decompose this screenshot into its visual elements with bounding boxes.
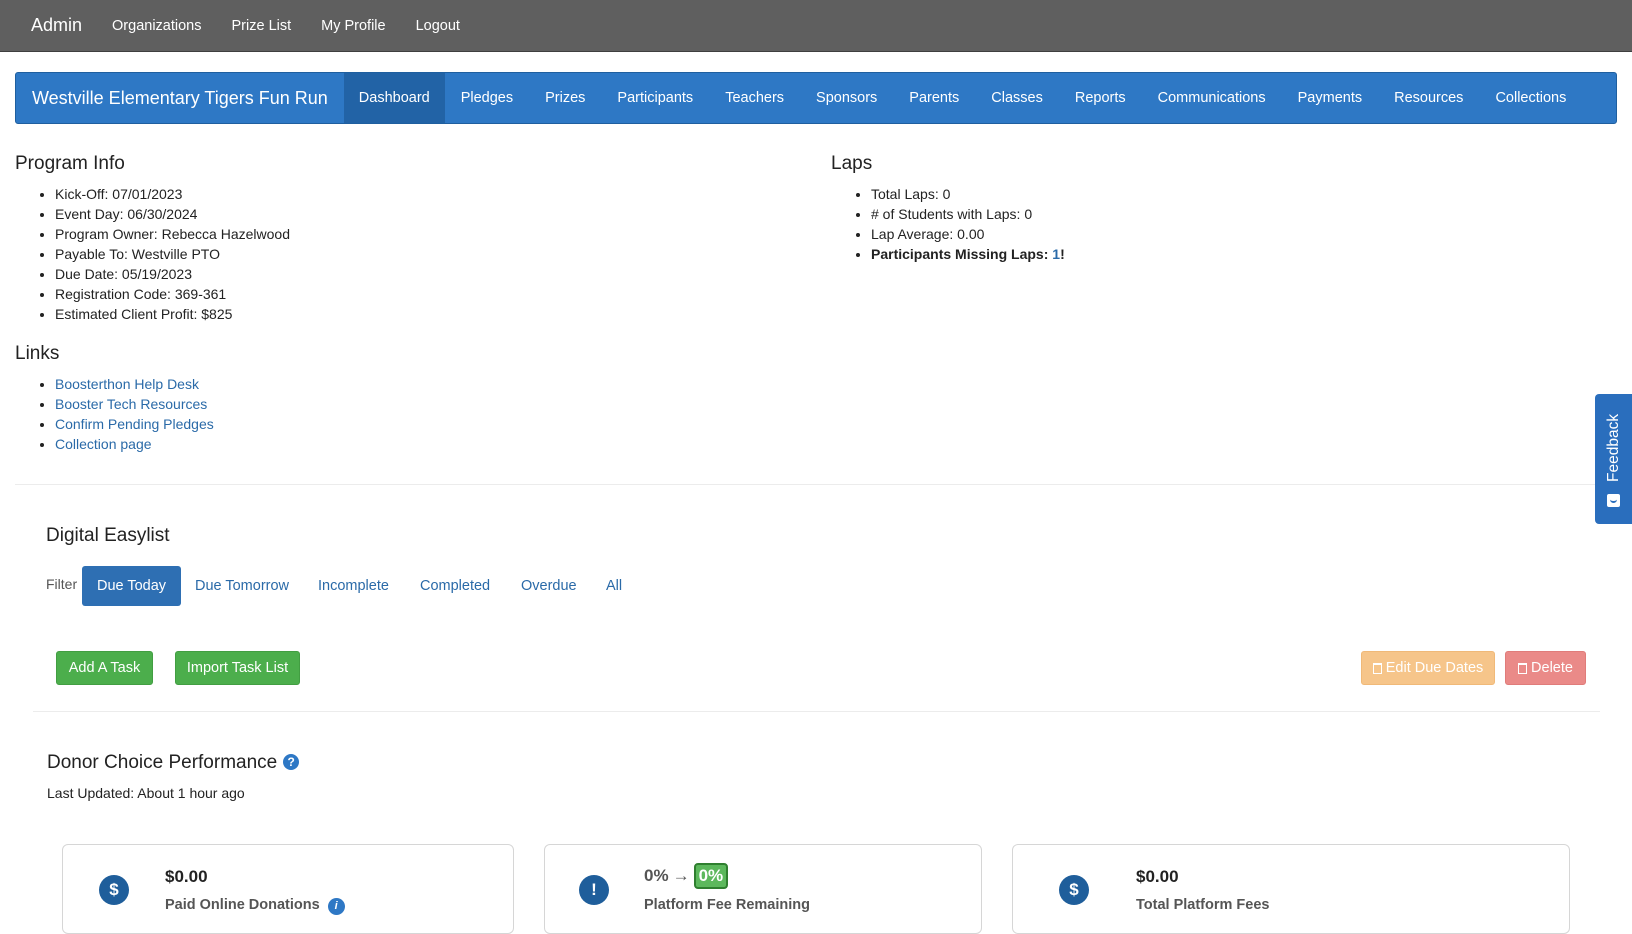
program-info-payable-to: Payable To: Westville PTO — [55, 244, 290, 264]
edit-due-dates-button[interactable]: Edit Due Dates — [1361, 651, 1495, 685]
card-platform-fee-remaining: ! 0% → 0% Platform Fee Remaining — [544, 844, 982, 934]
laps-average: Lap Average: 0.00 — [871, 224, 1065, 244]
nav-item-pledges[interactable]: Pledges — [445, 73, 529, 123]
card-label-text: Paid Online Donations — [165, 897, 320, 913]
card-fee-values: 0% → 0% — [644, 863, 729, 889]
laps-students-with-laps: # of Students with Laps: 0 — [871, 204, 1065, 224]
filter-overdue[interactable]: Overdue — [506, 566, 592, 606]
card-label: Total Platform Fees — [1136, 897, 1270, 913]
trash-icon — [1518, 662, 1528, 674]
admin-link-logout[interactable]: Logout — [416, 18, 460, 34]
add-task-button[interactable]: Add A Task — [56, 651, 153, 685]
links-heading: Links — [15, 343, 60, 364]
filter-label: Filter — [46, 576, 78, 592]
program-info-owner: Program Owner: Rebecca Hazelwood — [55, 224, 290, 244]
feedback-label: Feedback — [1605, 413, 1622, 482]
links-item: Booster Tech Resources — [55, 394, 214, 414]
program-info-kickoff: Kick-Off: 07/01/2023 — [55, 184, 290, 204]
import-task-list-button[interactable]: Import Task List — [175, 651, 300, 685]
fee-new-badge: 0% — [693, 863, 729, 889]
arrow-right-icon: → — [672, 866, 690, 885]
dollar-icon: $ — [99, 875, 129, 905]
links-item: Collection page — [55, 434, 214, 454]
link-collection-page[interactable]: Collection page — [55, 436, 152, 452]
program-info-event-day: Event Day: 06/30/2024 — [55, 204, 290, 224]
laps-heading: Laps — [831, 153, 873, 174]
nav-item-communications[interactable]: Communications — [1142, 73, 1282, 123]
admin-link-my-profile[interactable]: My Profile — [321, 18, 385, 34]
nav-item-participants[interactable]: Participants — [601, 73, 709, 123]
trash-icon — [1372, 662, 1382, 674]
nav-item-reports[interactable]: Reports — [1059, 73, 1142, 123]
filter-all[interactable]: All — [591, 566, 637, 606]
program-nav: Westville Elementary Tigers Fun Run Dash… — [15, 72, 1617, 124]
nav-item-parents[interactable]: Parents — [893, 73, 975, 123]
laps-list: Total Laps: 0 # of Students with Laps: 0… — [831, 184, 1065, 264]
links-item: Confirm Pending Pledges — [55, 414, 214, 434]
program-info-heading: Program Info — [15, 153, 125, 174]
admin-link-organizations[interactable]: Organizations — [112, 18, 201, 34]
nav-item-dashboard[interactable]: Dashboard — [343, 73, 445, 123]
donor-choice-title: Donor Choice Performance — [47, 752, 278, 773]
donor-choice-heading: Donor Choice Performance? — [47, 752, 300, 774]
edit-due-dates-label: Edit Due Dates — [1385, 660, 1484, 676]
nav-item-collections[interactable]: Collections — [1479, 73, 1582, 123]
nav-item-classes[interactable]: Classes — [975, 73, 1059, 123]
laps-total: Total Laps: 0 — [871, 184, 1065, 204]
card-value: $0.00 — [165, 867, 208, 886]
feedback-smile-icon — [1607, 494, 1620, 507]
admin-brand-link[interactable]: Admin — [31, 15, 82, 36]
delete-button[interactable]: Delete — [1505, 651, 1586, 685]
card-paid-online-donations: $ $0.00 Paid Online Donations i — [62, 844, 514, 934]
program-info-list: Kick-Off: 07/01/2023 Event Day: 06/30/20… — [15, 184, 290, 324]
divider — [33, 711, 1600, 712]
program-info-registration-code: Registration Code: 369-361 — [55, 284, 290, 304]
nav-item-prizes[interactable]: Prizes — [529, 73, 601, 123]
links-list: Boosterthon Help Desk Booster Tech Resou… — [15, 374, 214, 454]
last-updated-text: Last Updated: About 1 hour ago — [47, 785, 245, 801]
link-help-desk[interactable]: Boosterthon Help Desk — [55, 376, 199, 392]
program-info-due-date: Due Date: 05/19/2023 — [55, 264, 290, 284]
admin-link-prize-list[interactable]: Prize List — [232, 18, 292, 34]
link-confirm-pledges[interactable]: Confirm Pending Pledges — [55, 416, 214, 432]
nav-item-sponsors[interactable]: Sponsors — [800, 73, 893, 123]
nav-item-teachers[interactable]: Teachers — [709, 73, 800, 123]
filter-due-tomorrow[interactable]: Due Tomorrow — [180, 566, 304, 606]
easylist-heading: Digital Easylist — [46, 525, 170, 546]
info-icon[interactable]: i — [327, 897, 345, 915]
card-value: $0.00 — [1136, 867, 1179, 886]
fee-old-value: 0% — [644, 866, 669, 885]
divider — [15, 484, 1617, 485]
filter-due-today[interactable]: Due Today — [82, 566, 182, 606]
card-label: Platform Fee Remaining — [644, 897, 810, 913]
exclamation-icon: ! — [579, 875, 609, 905]
admin-bar: Admin Organizations Prize List My Profil… — [0, 0, 1632, 52]
card-label: Paid Online Donations i — [165, 897, 345, 915]
laps-missing: Participants Missing Laps: 1! — [871, 244, 1065, 264]
program-brand-link[interactable]: Westville Elementary Tigers Fun Run — [16, 73, 344, 123]
laps-missing-suffix: ! — [1060, 246, 1065, 262]
nav-item-payments[interactable]: Payments — [1282, 73, 1378, 123]
links-item: Boosterthon Help Desk — [55, 374, 214, 394]
feedback-tab[interactable]: Feedback — [1595, 394, 1632, 524]
link-tech-resources[interactable]: Booster Tech Resources — [55, 396, 207, 412]
nav-item-resources[interactable]: Resources — [1378, 73, 1479, 123]
filter-completed[interactable]: Completed — [405, 566, 505, 606]
laps-missing-count-link[interactable]: 1 — [1052, 246, 1060, 262]
laps-missing-label: Participants Missing Laps: — [871, 246, 1053, 262]
filter-incomplete[interactable]: Incomplete — [303, 566, 404, 606]
delete-label: Delete — [1531, 660, 1573, 676]
question-icon[interactable]: ? — [283, 754, 300, 770]
program-info-estimated-profit: Estimated Client Profit: $825 — [55, 304, 290, 324]
dollar-icon: $ — [1059, 875, 1089, 905]
card-total-platform-fees: $ $0.00 Total Platform Fees — [1012, 844, 1570, 934]
